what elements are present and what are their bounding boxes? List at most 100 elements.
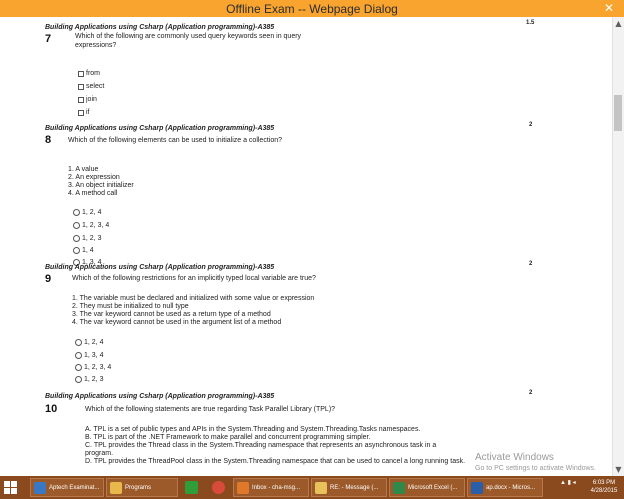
option-label: 1, 2, 4 [84,339,104,346]
watermark-title: Activate Windows [475,452,554,463]
list-item: 3. An object initializer [68,182,134,189]
scroll-down-icon[interactable]: ▼ [613,465,624,474]
taskbar-item-excel[interactable]: Microsoft Excel (... [389,478,465,497]
mail-icon [315,481,327,494]
question-marks: 2 [529,122,533,128]
taskbar-item-inbox[interactable]: Inbox - cha-msg... [233,478,309,497]
store-icon [184,481,198,494]
watermark-subtitle: Go to PC settings to activate Windows. [475,465,596,472]
taskbar-item-chrome[interactable] [207,478,229,497]
option-label: from [86,70,100,77]
windows-start-icon[interactable] [4,481,18,495]
excel-icon [393,481,405,494]
scroll-up-icon[interactable]: ▲ [613,19,624,28]
option-checkbox[interactable]: join [78,96,97,103]
list-item: B. TPL is part of the .NET Framework to … [85,434,371,441]
radio-icon[interactable] [75,352,82,359]
statement-list: 1. A value 2. An expression 3. An object… [68,166,134,198]
title-bar: Offline Exam -- Webpage Dialog ✕ [0,0,624,18]
taskbar-item-message[interactable]: RE: - Message (... [311,478,387,497]
list-item: D. TPL provides the ThreadPool class in … [85,458,466,465]
taskbar-label: ap.docx - Micros... [486,484,536,491]
word-icon [471,481,483,494]
option-checkbox[interactable]: select [78,83,104,90]
list-item: 1. The variable must be declared and ini… [72,295,315,302]
network-icon[interactable]: ▮ [568,480,571,486]
radio-icon[interactable] [73,247,80,254]
system-tray[interactable]: ▲ ▮ ◂ [560,479,576,486]
option-radio[interactable]: 1, 2, 3 [75,376,103,383]
list-item: 1. A value [68,166,99,173]
taskbar-label: Aptech Examinat... [49,484,100,491]
taskbar-item-aptech[interactable]: Aptech Examinat... [30,478,104,497]
taskbar-item-store[interactable] [180,478,202,497]
checkbox-icon[interactable] [78,70,84,77]
radio-icon[interactable] [73,222,80,229]
taskbar-item-word[interactable]: ap.docx - Micros... [467,478,543,497]
statement-list: 1. The variable must be declared and ini… [72,295,314,327]
question-number: 7 [45,33,52,45]
taskbar-label: Microsoft Excel (... [408,484,458,491]
option-label: 1, 2, 4 [82,209,102,216]
checkbox-icon[interactable] [78,96,84,103]
list-item: A. TPL is a set of public types and APIs… [85,426,421,433]
taskbar-item-programs[interactable]: Programs [106,478,178,497]
option-label: 1, 3, 4 [84,352,104,359]
option-radio[interactable]: 1, 2, 3 [73,235,101,242]
exam-content: Building Applications using Csharp (Appl… [0,17,612,476]
option-checkbox[interactable]: if [78,109,90,116]
statement-list: A. TPL is a set of public types and APIs… [85,426,465,466]
checkbox-icon[interactable] [78,109,84,116]
option-checkbox[interactable]: from [78,70,100,77]
option-label: 1, 2, 3, 4 [84,364,112,371]
close-icon[interactable]: ✕ [600,0,618,16]
course-title: Building Applications using Csharp (Appl… [45,125,275,132]
option-radio[interactable]: 1, 2, 3, 4 [73,222,109,229]
question-text: Which of the following elements can be u… [68,137,283,144]
option-label: join [86,96,97,103]
radio-icon[interactable] [73,235,80,242]
vertical-scrollbar[interactable]: ▲ ▼ [612,17,624,476]
chrome-icon [211,481,225,494]
taskbar-label: RE: - Message (... [330,484,379,491]
volume-icon[interactable]: ◂ [573,480,576,486]
course-title: Building Applications using Csharp (Appl… [45,393,275,400]
radio-icon[interactable] [75,339,82,346]
option-radio[interactable]: 1, 4 [73,247,94,254]
taskbar-label: Programs [125,484,152,491]
option-label: 1, 2, 3, 4 [82,222,110,229]
radio-icon[interactable] [75,364,82,371]
option-radio[interactable]: 1, 2, 3, 4 [75,364,111,371]
question-number: 10 [45,403,58,415]
radio-icon[interactable] [75,376,82,383]
question-marks: 2 [529,261,533,267]
activate-windows-watermark: Activate Windows Go to PC settings to ac… [475,452,596,472]
up-arrow-icon[interactable]: ▲ [560,480,566,486]
question-number: 9 [45,273,52,285]
window-title: Offline Exam -- Webpage Dialog [226,2,398,16]
checkbox-icon[interactable] [78,83,84,90]
option-label: select [86,83,105,90]
folder-icon [110,481,122,494]
radio-icon[interactable] [73,209,80,216]
course-title: Building Applications using Csharp (Appl… [45,264,275,271]
question-number: 8 [45,134,52,146]
browser-icon [34,481,46,494]
option-radio[interactable]: 1, 3, 4 [75,352,103,359]
option-radio[interactable]: 1, 2, 4 [73,209,101,216]
scrollbar-thumb[interactable] [614,95,622,131]
option-radio[interactable]: 1, 2, 4 [75,339,103,346]
taskbar: Aptech Examinat... Programs Inbox - cha-… [0,476,624,499]
list-item: 2. An expression [68,174,120,181]
option-label: 1, 2, 3 [82,235,102,242]
list-item: 3. The var keyword cannot be used as a r… [72,311,271,318]
list-item: program. [85,450,114,457]
question-text: Which of the following are commonly used… [75,33,302,49]
question-marks: 2 [529,390,533,396]
list-item: 2. They must be initialized to null type [72,303,189,310]
list-item: C. TPL provides the Thread class in the … [85,442,437,449]
outlook-icon [237,481,249,494]
course-title: Building Applications using Csharp (Appl… [45,24,275,31]
question-text: Which of the following statements are tr… [85,406,336,413]
taskbar-clock[interactable]: 6:03 PM 4/28/2015 [586,479,622,495]
